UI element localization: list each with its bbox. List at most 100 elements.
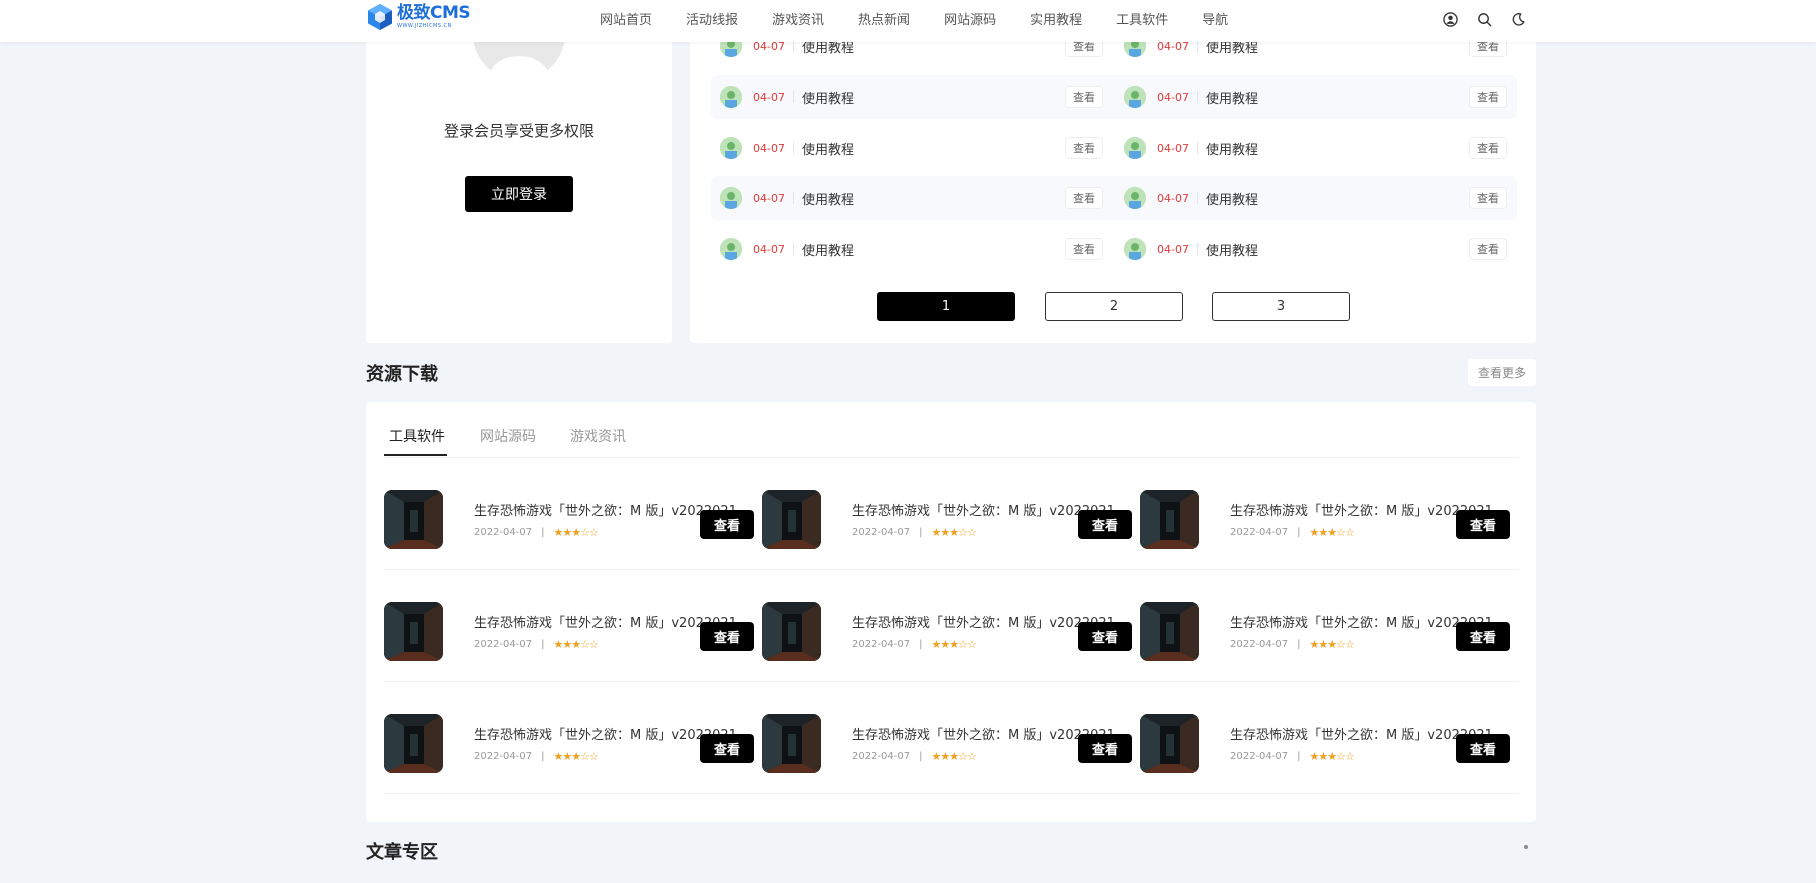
nav-item-source-code[interactable]: 网站源码 [944, 9, 996, 28]
dark-mode-moon-icon[interactable] [1508, 9, 1528, 29]
resource-thumbnail[interactable] [762, 490, 821, 549]
list-item[interactable]: 04-07 使用教程 查看 [1115, 227, 1515, 271]
resource-date: 2022-04-07 [474, 639, 533, 650]
resources-card: 工具软件 网站源码 游戏资讯 生存恐怖游戏「世外之欲：M 版」v2022021.… [366, 402, 1536, 822]
list-item[interactable]: 04-07 使用教程 查看 [1115, 75, 1515, 119]
rating-stars-icon: ★★★☆☆ [1309, 638, 1355, 651]
tutorial-title[interactable]: 使用教程 [1206, 139, 1469, 158]
tutorial-title[interactable]: 使用教程 [802, 240, 1065, 259]
resource-item[interactable]: 生存恐怖游戏「世外之欲：M 版」v2022021... 2022-04-07 |… [384, 682, 762, 794]
list-item[interactable]: 04-07 使用教程 查看 [1115, 126, 1515, 170]
tutorial-title[interactable]: 使用教程 [802, 139, 1065, 158]
resource-row: 生存恐怖游戏「世外之欲：M 版」v2022021... 2022-04-07 |… [384, 570, 1518, 682]
resource-thumbnail[interactable] [384, 714, 443, 773]
view-resource-button[interactable]: 查看 [700, 622, 754, 651]
top-header: 极致CMS WWW.JIZHICMS.CN 网站首页 活动线报 游戏资讯 热点新… [0, 0, 1816, 42]
resource-meta: 2022-04-07 | ★★★☆☆ [474, 526, 599, 539]
resource-thumbnail[interactable] [1140, 490, 1199, 549]
list-item[interactable]: 04-07 使用教程 查看 [711, 176, 1111, 220]
resource-thumbnail[interactable] [384, 602, 443, 661]
tutorial-avatar-icon [1124, 187, 1146, 209]
list-item[interactable]: 04-07 使用教程 查看 [711, 75, 1111, 119]
resource-date: 2022-04-07 [1230, 527, 1289, 538]
resource-meta: 2022-04-07 | ★★★☆☆ [1230, 750, 1355, 763]
meta-separator: | [919, 639, 923, 650]
resource-thumbnail[interactable] [1140, 714, 1199, 773]
view-more-button[interactable]: 查看更多 [1468, 359, 1536, 386]
resource-meta: 2022-04-07 | ★★★☆☆ [474, 750, 599, 763]
rating-stars-icon: ★★★☆☆ [1309, 750, 1355, 763]
page-button-2[interactable]: 2 [1045, 292, 1183, 321]
resource-item[interactable]: 生存恐怖游戏「世外之欲：M 版」v2022021... 2022-04-07 |… [1140, 458, 1518, 570]
view-button[interactable]: 查看 [1065, 86, 1103, 108]
view-resource-button[interactable]: 查看 [1456, 734, 1510, 763]
tutorial-title[interactable]: 使用教程 [802, 189, 1065, 208]
search-icon[interactable] [1474, 9, 1494, 29]
view-button[interactable]: 查看 [1065, 137, 1103, 159]
nav-item-home[interactable]: 网站首页 [600, 9, 652, 28]
list-row: 04-07 使用教程 查看 04-07 使用教程 查看 [711, 75, 1517, 119]
tutorial-avatar-icon [720, 137, 742, 159]
view-button[interactable]: 查看 [1469, 187, 1507, 209]
view-resource-button[interactable]: 查看 [1456, 510, 1510, 539]
nav-item-navigation[interactable]: 导航 [1202, 9, 1228, 28]
resource-thumbnail[interactable] [762, 602, 821, 661]
tutorial-date: 04-07 [753, 242, 785, 256]
view-resource-button[interactable]: 查看 [700, 510, 754, 539]
view-button[interactable]: 查看 [1065, 238, 1103, 260]
tutorial-title[interactable]: 使用教程 [802, 88, 1065, 107]
page-button-1[interactable]: 1 [877, 292, 1015, 321]
resource-item[interactable]: 生存恐怖游戏「世外之欲：M 版」v2022021... 2022-04-07 |… [1140, 682, 1518, 794]
resource-item[interactable]: 生存恐怖游戏「世外之欲：M 版」v2022021... 2022-04-07 |… [384, 570, 762, 682]
list-row: 04-07 使用教程 查看 04-07 使用教程 查看 [711, 176, 1517, 220]
tutorial-avatar-icon [1124, 238, 1146, 260]
tutorial-date: 04-07 [753, 191, 785, 205]
resource-meta: 2022-04-07 | ★★★☆☆ [852, 638, 977, 651]
resource-item[interactable]: 生存恐怖游戏「世外之欲：M 版」v2022021... 2022-04-07 |… [762, 570, 1140, 682]
nav-item-tutorials[interactable]: 实用教程 [1030, 9, 1082, 28]
resource-thumbnail[interactable] [1140, 602, 1199, 661]
view-button[interactable]: 查看 [1065, 187, 1103, 209]
list-item[interactable]: 04-07 使用教程 查看 [1115, 176, 1515, 220]
resource-meta: 2022-04-07 | ★★★☆☆ [852, 526, 977, 539]
view-button[interactable]: 查看 [1469, 86, 1507, 108]
resource-item[interactable]: 生存恐怖游戏「世外之欲：M 版」v2022021... 2022-04-07 |… [1140, 570, 1518, 682]
view-button[interactable]: 查看 [1469, 137, 1507, 159]
resource-item[interactable]: 生存恐怖游戏「世外之欲：M 版」v2022021... 2022-04-07 |… [762, 458, 1140, 570]
resource-row: 生存恐怖游戏「世外之欲：M 版」v2022021... 2022-04-07 |… [384, 458, 1518, 570]
nav-item-hot-news[interactable]: 热点新闻 [858, 9, 910, 28]
resource-thumbnail[interactable] [762, 714, 821, 773]
nav-item-tools[interactable]: 工具软件 [1116, 9, 1168, 28]
meta-separator: | [1297, 751, 1301, 762]
login-card: 登录会员享受更多权限 立即登录 [366, 0, 672, 343]
login-button[interactable]: 立即登录 [465, 176, 573, 212]
view-resource-button[interactable]: 查看 [1078, 622, 1132, 651]
list-item[interactable]: 04-07 使用教程 查看 [711, 126, 1111, 170]
resource-thumbnail[interactable] [384, 490, 443, 549]
tutorial-title[interactable]: 使用教程 [1206, 189, 1469, 208]
view-resource-button[interactable]: 查看 [700, 734, 754, 763]
nav-item-activity[interactable]: 活动线报 [686, 9, 738, 28]
tab-game-news[interactable]: 游戏资讯 [570, 426, 626, 446]
resource-item[interactable]: 生存恐怖游戏「世外之欲：M 版」v2022021... 2022-04-07 |… [762, 682, 1140, 794]
tutorial-title[interactable]: 使用教程 [1206, 240, 1469, 259]
tab-tools[interactable]: 工具软件 [389, 426, 445, 446]
nav-item-game-news[interactable]: 游戏资讯 [772, 9, 824, 28]
list-item[interactable]: 04-07 使用教程 查看 [711, 227, 1111, 271]
logo-cube-icon [368, 4, 392, 30]
back-to-top-dot[interactable] [1524, 845, 1528, 849]
view-resource-button[interactable]: 查看 [1078, 510, 1132, 539]
tutorial-title[interactable]: 使用教程 [1206, 88, 1469, 107]
tutorial-date: 04-07 [1157, 141, 1189, 155]
view-resource-button[interactable]: 查看 [1078, 734, 1132, 763]
user-icon[interactable] [1440, 9, 1460, 29]
page-button-3[interactable]: 3 [1212, 292, 1350, 321]
rating-stars-icon: ★★★☆☆ [931, 750, 977, 763]
resource-item[interactable]: 生存恐怖游戏「世外之欲：M 版」v2022021... 2022-04-07 |… [384, 458, 762, 570]
meta-separator: | [541, 639, 545, 650]
resource-date: 2022-04-07 [474, 751, 533, 762]
view-resource-button[interactable]: 查看 [1456, 622, 1510, 651]
view-button[interactable]: 查看 [1469, 238, 1507, 260]
site-logo[interactable]: 极致CMS WWW.JIZHICMS.CN [367, 2, 471, 32]
tab-source-code[interactable]: 网站源码 [480, 426, 536, 446]
